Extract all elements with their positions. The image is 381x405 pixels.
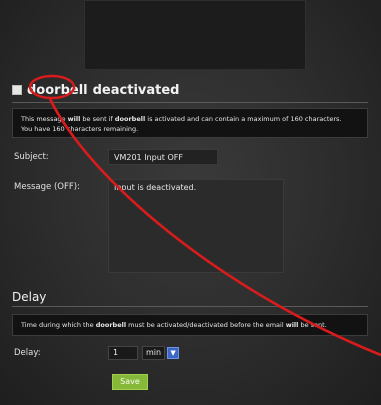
delay-info-emphasis-will: will (285, 321, 299, 329)
message-label: Message (OFF): (14, 182, 80, 192)
message-textarea[interactable]: Input is deactivated. (108, 179, 284, 273)
info-emphasis-will: will (67, 115, 81, 123)
delay-info-text: be sent. (298, 321, 327, 329)
delay-label: Delay: (14, 348, 41, 358)
info-text: is activated and can contain a maximum o… (145, 115, 342, 123)
settings-page: doorbell deactivated This message will b… (0, 0, 381, 405)
info-text: be sent if (80, 115, 115, 123)
delay-info-box: Time during which the doorbell must be a… (12, 314, 368, 336)
info-text: This message (21, 115, 68, 123)
delay-info-text: must be activated/deactivated before the… (126, 321, 286, 329)
subject-label: Subject: (14, 152, 49, 162)
delay-unit-value: min (142, 346, 166, 360)
save-button[interactable]: Save (112, 374, 148, 390)
delay-section-title: Delay (12, 290, 47, 304)
delay-divider (12, 306, 368, 307)
collapse-icon[interactable] (12, 85, 22, 95)
previous-message-panel (84, 0, 306, 70)
section-header: doorbell deactivated (12, 80, 179, 100)
chevron-down-icon[interactable]: ▼ (167, 347, 180, 359)
section-divider (12, 102, 368, 103)
delay-unit-select[interactable]: min ▼ (142, 346, 180, 360)
subject-input[interactable]: VM201 Input OFF (108, 149, 218, 165)
delay-input[interactable]: 1 (108, 346, 138, 360)
info-emphasis-doorbell: doorbell (114, 115, 146, 123)
characters-remaining-text: You have 160 characters remaining. (21, 125, 139, 133)
delay-info-text: Time during which the (21, 321, 96, 329)
delay-info-emphasis-doorbell: doorbell (95, 321, 127, 329)
section-title-input-name: doorbell (27, 82, 88, 98)
message-info-box: This message will be sent if doorbell is… (12, 108, 368, 138)
section-title-state: deactivated (92, 82, 180, 98)
